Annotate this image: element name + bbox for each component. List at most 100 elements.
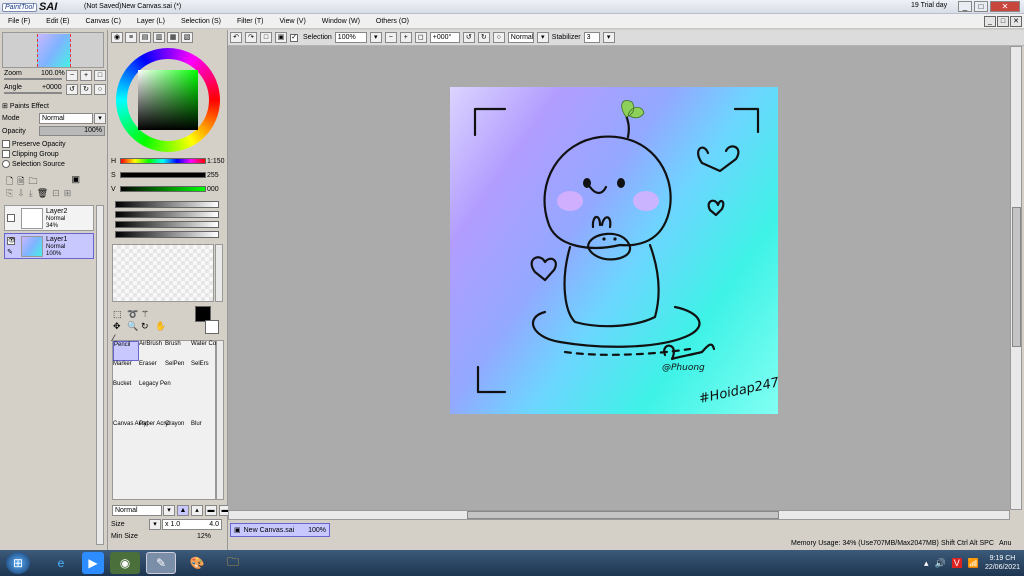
- menu-filter[interactable]: Filter (T): [229, 18, 271, 25]
- nav-zoom-out-button[interactable]: −: [66, 70, 78, 81]
- doc-restore-button[interactable]: □: [997, 16, 1009, 27]
- swatches-tab[interactable]: ▦: [167, 32, 179, 43]
- transfer-down-icon[interactable]: ⇩: [17, 188, 25, 199]
- nav-rotate-right-button[interactable]: ↻: [80, 84, 92, 95]
- layer-settings-icon[interactable]: ▣: [72, 174, 81, 190]
- tool-marker[interactable]: Marker: [113, 361, 139, 381]
- menu-canvas[interactable]: Canvas (C): [78, 18, 129, 25]
- hand-icon[interactable]: ✋: [155, 321, 168, 332]
- redo-button[interactable]: ↷: [245, 32, 257, 43]
- preserve-opacity-checkbox[interactable]: [2, 140, 10, 148]
- tool-empty-4[interactable]: [139, 401, 165, 421]
- minimize-button[interactable]: _: [958, 1, 972, 12]
- swatch-area[interactable]: [112, 244, 214, 302]
- move-icon[interactable]: ✥: [113, 321, 126, 332]
- tool-eraser[interactable]: Eraser: [139, 361, 165, 381]
- zoom-app-icon[interactable]: ▶: [82, 552, 104, 574]
- tool-crayon[interactable]: Crayon: [165, 421, 191, 441]
- undo-button[interactable]: ↶: [230, 32, 242, 43]
- paint-effect-header[interactable]: ⊞ Paints Effect: [2, 102, 49, 110]
- tool-legacy-pen[interactable]: Legacy Pen: [139, 381, 171, 401]
- menu-edit[interactable]: Edit (E): [38, 18, 77, 25]
- tool-airbrush[interactable]: AirBrush: [139, 341, 165, 361]
- nav-rotate-reset-button[interactable]: ○: [94, 84, 106, 95]
- selection-source-radio[interactable]: [2, 160, 10, 168]
- tool-blur[interactable]: Blur: [191, 421, 217, 441]
- coccoc-icon[interactable]: ◉: [110, 552, 140, 574]
- network-icon[interactable]: 📶: [968, 558, 979, 569]
- volume-icon[interactable]: 🔊: [935, 558, 946, 569]
- copy-layer-icon[interactable]: ⎘: [6, 188, 13, 199]
- menu-view[interactable]: View (V): [271, 18, 313, 25]
- document-tab[interactable]: ▣ New Canvas.sai 100%: [230, 523, 330, 537]
- layer-row-layer2[interactable]: Layer2 Normal 34%: [4, 205, 94, 231]
- tool-watercolor[interactable]: Water Color: [191, 341, 223, 361]
- tool-paper-acryl[interactable]: Paper Acryl: [139, 421, 170, 441]
- tool-brush[interactable]: Brush: [165, 341, 191, 361]
- brush-shape-2[interactable]: ▴: [191, 505, 203, 516]
- hue-slider[interactable]: [120, 158, 206, 164]
- clipping-group-option[interactable]: Clipping Group: [2, 150, 59, 158]
- layer2-visibility-checkbox[interactable]: [7, 214, 15, 222]
- selection-source-option[interactable]: Selection Source: [2, 160, 65, 168]
- menu-file[interactable]: File (F): [0, 18, 38, 25]
- doc-minimize-button[interactable]: _: [984, 16, 996, 27]
- doc-close-button[interactable]: ✕: [1010, 16, 1022, 27]
- nav-zoom-reset-button[interactable]: □: [94, 70, 106, 81]
- tool-empty-5[interactable]: [165, 401, 191, 421]
- zoom-slider[interactable]: [4, 78, 62, 80]
- nav-zoom-in-button[interactable]: +: [80, 70, 92, 81]
- zoom-tool-icon[interactable]: 🔍: [127, 321, 140, 332]
- rotate-reset-button[interactable]: ○: [492, 32, 505, 43]
- rotate-right-button[interactable]: ↻: [477, 32, 490, 43]
- tool-grid-scrollbar[interactable]: [216, 340, 224, 500]
- tray-arrow-icon[interactable]: ▴: [924, 558, 929, 569]
- menu-layer[interactable]: Layer (L): [129, 18, 173, 25]
- scratchpad-tab[interactable]: ▧: [181, 32, 193, 43]
- color-wheel[interactable]: [116, 48, 220, 152]
- tool-selers[interactable]: SelErs: [191, 361, 217, 381]
- menu-others[interactable]: Others (O): [368, 18, 417, 25]
- tool-selpen[interactable]: SelPen: [165, 361, 191, 381]
- deselect-button[interactable]: □: [260, 32, 272, 43]
- stabilizer-field[interactable]: 3: [583, 32, 600, 43]
- maximize-button[interactable]: □: [974, 1, 988, 12]
- layer1-visibility-checkbox[interactable]: 👁: [7, 237, 16, 245]
- blend-mode-dropdown-icon[interactable]: ▾: [94, 113, 106, 124]
- layers-scrollbar[interactable]: [96, 205, 104, 545]
- saturation-value-square[interactable]: [138, 70, 198, 130]
- view-mode-dropdown-icon[interactable]: ▾: [536, 32, 549, 43]
- rgb-slider-tab[interactable]: ≡: [125, 32, 137, 43]
- horizontal-scrollbar[interactable]: [228, 510, 1010, 520]
- explorer-icon[interactable]: 🗀: [218, 552, 248, 574]
- zoom-out-button[interactable]: −: [384, 32, 397, 43]
- brush-mode-dropdown-icon[interactable]: ▾: [163, 505, 175, 516]
- ie-icon[interactable]: e: [46, 552, 76, 574]
- clear-layer-icon[interactable]: ⊡: [52, 188, 60, 199]
- lasso-icon[interactable]: ➰: [127, 309, 140, 320]
- hsv-slider-tab[interactable]: ▤: [139, 32, 151, 43]
- merge-down-icon[interactable]: ⤓: [29, 188, 33, 199]
- selection-checkbox[interactable]: ✓: [290, 33, 298, 42]
- brush-shape-1[interactable]: ▲: [177, 505, 189, 516]
- tool-bucket[interactable]: Bucket: [113, 381, 139, 401]
- secondary-color-swatch[interactable]: [205, 320, 219, 334]
- saturation-slider[interactable]: [120, 172, 206, 178]
- preserve-opacity-option[interactable]: Preserve Opacity: [2, 140, 66, 148]
- zoom-field[interactable]: 100%: [334, 32, 367, 43]
- color-palette-tab[interactable]: ▥: [153, 32, 165, 43]
- rotate-left-button[interactable]: ↺: [462, 32, 475, 43]
- artwork-canvas[interactable]: @Phuong #Hoidap247: [450, 87, 778, 414]
- painttool-sai-icon[interactable]: ✎: [146, 552, 176, 574]
- vertical-scrollbar[interactable]: [1010, 46, 1022, 510]
- brush-mode-select[interactable]: Normal: [112, 505, 162, 516]
- blend-mode-select[interactable]: Normal: [39, 113, 93, 124]
- tool-empty-6[interactable]: [191, 401, 217, 421]
- stabilizer-dropdown-icon[interactable]: ▾: [602, 32, 615, 43]
- tool-pencil[interactable]: Pencil: [113, 341, 139, 361]
- navigator-preview[interactable]: [2, 32, 104, 68]
- paint-icon[interactable]: 🎨: [182, 552, 212, 574]
- close-button[interactable]: ✕: [990, 1, 1020, 12]
- vivaldi-tray-icon[interactable]: V: [951, 558, 962, 568]
- size-multiplier-dropdown-icon[interactable]: ▾: [149, 519, 161, 530]
